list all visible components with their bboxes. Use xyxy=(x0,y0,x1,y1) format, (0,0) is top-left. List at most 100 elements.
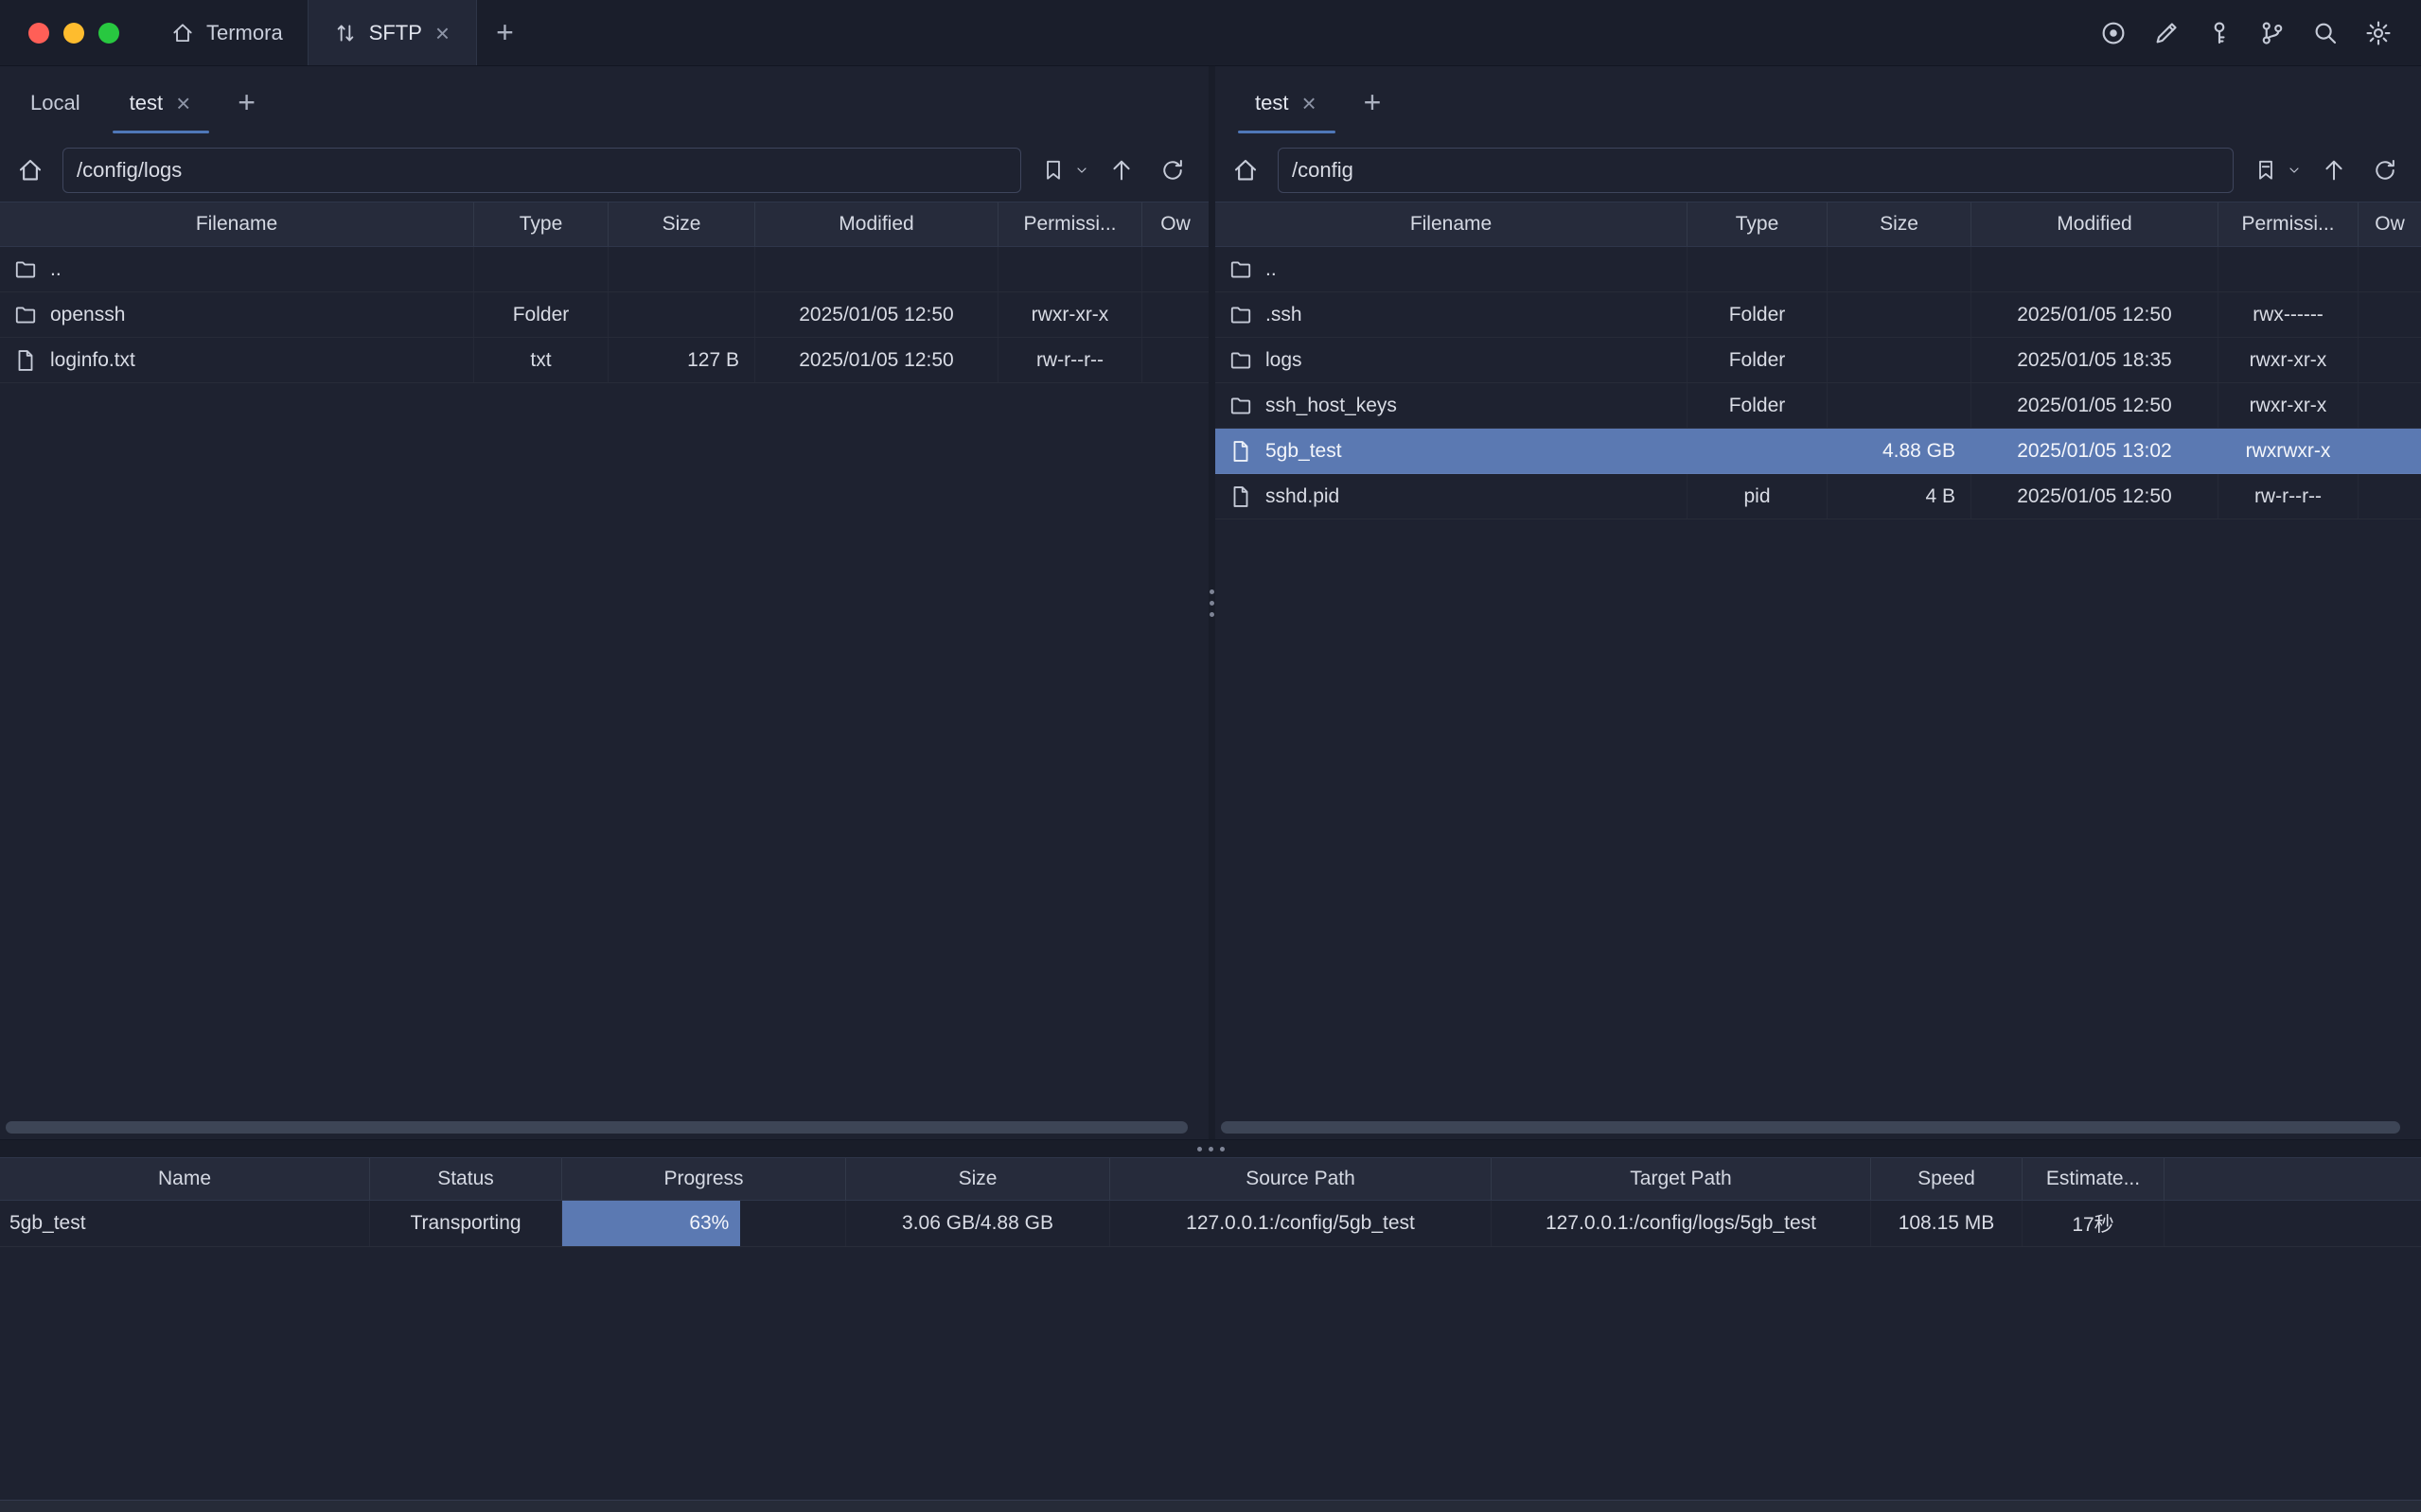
refresh-icon[interactable] xyxy=(1154,151,1192,189)
panel-splitter-vertical[interactable] xyxy=(1209,66,1215,1139)
file-size xyxy=(1828,338,1971,382)
column-header-progress[interactable]: Progress xyxy=(562,1158,846,1200)
tab-sftp-close-icon[interactable]: × xyxy=(433,21,451,45)
folder-icon xyxy=(13,303,38,327)
chevron-down-icon[interactable] xyxy=(1074,163,1089,178)
filename: ssh_host_keys xyxy=(1265,395,1397,417)
macos-traffic-lights xyxy=(0,0,146,65)
table-row[interactable]: openssh Folder 2025/01/05 12:50 rwxr-xr-… xyxy=(0,292,1209,338)
left-tab-local[interactable]: Local xyxy=(6,66,105,139)
key-icon[interactable] xyxy=(2205,19,2234,47)
left-tab-test-label: test xyxy=(130,91,163,115)
record-icon[interactable] xyxy=(2099,19,2128,47)
folder-icon xyxy=(1228,348,1253,373)
column-header-name[interactable]: Name xyxy=(0,1158,370,1200)
filename: loginfo.txt xyxy=(50,349,135,372)
column-header-owner[interactable]: Ow xyxy=(2359,202,2421,246)
left-new-tab-button[interactable]: + xyxy=(217,66,276,139)
table-row[interactable]: .. xyxy=(1215,247,2421,292)
right-tab-test-close-icon[interactable]: × xyxy=(1299,91,1317,115)
column-header-modified[interactable]: Modified xyxy=(755,202,998,246)
tab-sftp[interactable]: SFTP × xyxy=(308,0,477,65)
file-permissions: rwxr-xr-x xyxy=(2218,383,2359,428)
transfer-row[interactable]: 5gb_test Transporting 63% 3.06 GB/4.88 G… xyxy=(0,1201,2421,1247)
column-header-permissions[interactable]: Permissi... xyxy=(2218,202,2359,246)
column-header-target-path[interactable]: Target Path xyxy=(1492,1158,1871,1200)
table-row[interactable]: ssh_host_keys Folder 2025/01/05 12:50 rw… xyxy=(1215,383,2421,429)
home-icon[interactable] xyxy=(11,151,49,189)
arrow-up-icon[interactable] xyxy=(2315,151,2353,189)
column-header-speed[interactable]: Speed xyxy=(1871,1158,2023,1200)
chevron-down-icon[interactable] xyxy=(2287,163,2302,178)
zoom-window-button[interactable] xyxy=(98,23,119,44)
file-size xyxy=(1828,247,1971,291)
file-modified xyxy=(1971,247,2218,291)
file-permissions xyxy=(2218,247,2359,291)
refresh-icon[interactable] xyxy=(2366,151,2404,189)
right-tab-test[interactable]: test × xyxy=(1230,66,1343,139)
titlebar-spacer xyxy=(533,0,2099,65)
table-row[interactable]: logs Folder 2025/01/05 18:35 rwxr-xr-x xyxy=(1215,338,2421,383)
left-horizontal-scrollbar[interactable] xyxy=(6,1121,1188,1134)
bookmark-icon[interactable] xyxy=(2247,151,2285,189)
edit-icon[interactable] xyxy=(2152,19,2181,47)
folder-icon xyxy=(1228,394,1253,418)
column-header-owner[interactable]: Ow xyxy=(1142,202,1209,246)
tab-termora[interactable]: Termora xyxy=(146,0,308,65)
left-tab-test[interactable]: test × xyxy=(105,66,218,139)
new-window-tab-button[interactable]: + xyxy=(477,0,533,65)
transfer-panel-splitter[interactable] xyxy=(0,1139,2421,1157)
column-header-type[interactable]: Type xyxy=(1688,202,1828,246)
right-tab-test-label: test xyxy=(1255,91,1288,115)
file-modified: 2025/01/05 12:50 xyxy=(1971,383,2218,428)
left-path-input[interactable] xyxy=(62,148,1021,193)
file-owner xyxy=(2359,338,2421,382)
bookmark-icon[interactable] xyxy=(1034,151,1072,189)
transfer-speed: 108.15 MB xyxy=(1871,1201,2023,1246)
termora-window: Termora SFTP × + xyxy=(0,0,2421,1512)
table-row-selected[interactable]: 5gb_test 4.88 GB 2025/01/05 13:02 rwxrwx… xyxy=(1215,429,2421,474)
column-header-modified[interactable]: Modified xyxy=(1971,202,2218,246)
settings-gear-icon[interactable] xyxy=(2364,19,2393,47)
file-type: Folder xyxy=(474,292,609,337)
window-bottom-edge xyxy=(0,1500,2421,1512)
file-size xyxy=(1828,383,1971,428)
search-icon[interactable] xyxy=(2311,19,2340,47)
column-header-estimate[interactable]: Estimate... xyxy=(2023,1158,2165,1200)
column-header-type[interactable]: Type xyxy=(474,202,609,246)
file-type: Folder xyxy=(1688,292,1828,337)
transfer-size: 3.06 GB/4.88 GB xyxy=(846,1201,1110,1246)
column-header-filename[interactable]: Filename xyxy=(0,202,474,246)
git-branch-icon[interactable] xyxy=(2258,19,2287,47)
column-header-filename[interactable]: Filename xyxy=(1215,202,1688,246)
right-new-tab-button[interactable]: + xyxy=(1343,66,1403,139)
table-row[interactable]: .. xyxy=(0,247,1209,292)
transfer-source-path: 127.0.0.1:/config/5gb_test xyxy=(1110,1201,1492,1246)
column-header-permissions[interactable]: Permissi... xyxy=(998,202,1142,246)
table-row[interactable]: sshd.pid pid 4 B 2025/01/05 12:50 rw-r--… xyxy=(1215,474,2421,519)
column-header-size[interactable]: Size xyxy=(609,202,755,246)
close-window-button[interactable] xyxy=(28,23,49,44)
minimize-window-button[interactable] xyxy=(63,23,84,44)
right-table-header: Filename Type Size Modified Permissi... … xyxy=(1215,202,2421,247)
arrow-up-icon[interactable] xyxy=(1103,151,1140,189)
left-tab-test-close-icon[interactable]: × xyxy=(174,91,192,115)
file-permissions: rw-r--r-- xyxy=(998,338,1142,382)
home-icon[interactable] xyxy=(1227,151,1264,189)
left-bookmark-group xyxy=(1034,151,1089,189)
column-header-source-path[interactable]: Source Path xyxy=(1110,1158,1492,1200)
table-row[interactable]: loginfo.txt txt 127 B 2025/01/05 12:50 r… xyxy=(0,338,1209,383)
file-type xyxy=(474,247,609,291)
file-type: Folder xyxy=(1688,338,1828,382)
column-header-size[interactable]: Size xyxy=(1828,202,1971,246)
left-file-panel: Local test × + xyxy=(0,66,1209,1139)
folder-icon xyxy=(1228,303,1253,327)
folder-icon xyxy=(1228,257,1253,282)
right-horizontal-scrollbar[interactable] xyxy=(1221,1121,2400,1134)
right-path-input[interactable] xyxy=(1278,148,2234,193)
column-header-size[interactable]: Size xyxy=(846,1158,1110,1200)
column-header-status[interactable]: Status xyxy=(370,1158,562,1200)
tab-sftp-label: SFTP xyxy=(369,21,422,45)
file-size xyxy=(1828,292,1971,337)
table-row[interactable]: .ssh Folder 2025/01/05 12:50 rwx------ xyxy=(1215,292,2421,338)
